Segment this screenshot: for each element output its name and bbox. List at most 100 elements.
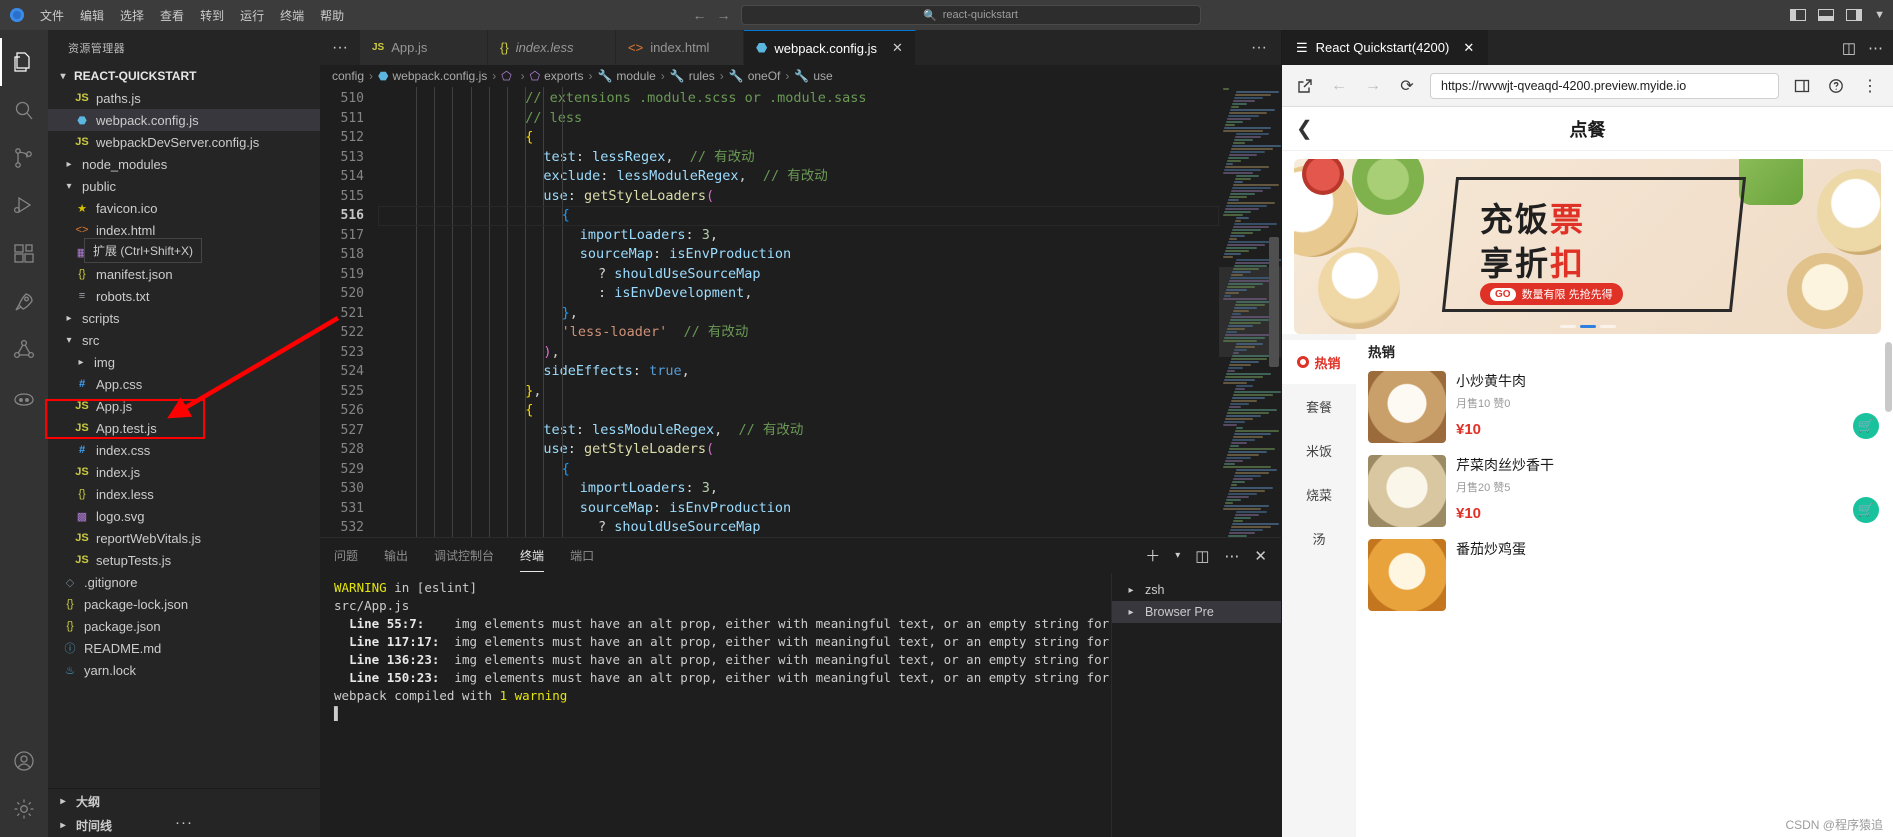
tree-item[interactable]: ▾ public — [48, 175, 320, 197]
category-list[interactable]: 热销 套餐 米饭 烧菜汤 — [1282, 334, 1356, 837]
preview-viewport[interactable]: ❮ 点餐 充饭票 享折扣 GO 数量有限 先抢先得 热销 套餐 米饭 烧菜 汤 … — [1282, 107, 1893, 837]
breadcrumb-item[interactable]: 🔧 oneOf — [729, 69, 781, 83]
sidebar-item-run-debug[interactable] — [0, 182, 48, 230]
preview-tab[interactable]: ☰ React Quickstart(4200) ✕ — [1282, 30, 1489, 65]
editor-tab[interactable]: ⬣ webpack.config.js ✕ — [744, 30, 916, 65]
banner-cta[interactable]: GO 数量有限 先抢先得 — [1480, 283, 1623, 305]
add-to-cart-button[interactable]: 🛒 — [1853, 413, 1879, 439]
scrollbar-thumb[interactable] — [1269, 237, 1279, 367]
nav-buttons[interactable]: ← → — [693, 7, 731, 23]
tree-item[interactable]: {} manifest.json — [48, 263, 320, 285]
add-terminal-icon[interactable]: ＋ — [1145, 545, 1160, 566]
panel-tab[interactable]: 端口 — [570, 541, 594, 570]
tree-item[interactable]: {} package.json — [48, 615, 320, 637]
code-line[interactable]: test: lessModuleRegex, // 有改动 — [378, 421, 1219, 441]
dish-item[interactable]: 番茄炒鸡蛋 — [1356, 533, 1893, 617]
carousel-dot[interactable] — [1599, 325, 1616, 328]
category-item[interactable]: 热销 — [1282, 340, 1356, 384]
carousel-dot-active[interactable] — [1579, 325, 1596, 328]
chevron-right-icon[interactable]: ▸ — [62, 159, 76, 170]
terminal-output[interactable]: WARNING in [eslint] src/App.js Line 55:7:… — [320, 573, 1111, 837]
tree-item[interactable]: ⬣ webpack.config.js — [48, 109, 320, 131]
code-line[interactable]: test: lessRegex, // 有改动 — [378, 148, 1219, 168]
preview-scrollbar[interactable] — [1885, 334, 1892, 837]
code-line[interactable]: : isEnvDevelopment, — [378, 284, 1219, 304]
tree-item[interactable]: JS paths.js — [48, 87, 320, 109]
tree-item[interactable]: JS reportWebVitals.js — [48, 527, 320, 549]
code-line[interactable]: use: getStyleLoaders( — [378, 440, 1219, 460]
forward-arrow-icon[interactable]: → — [1362, 75, 1384, 97]
chevron-right-icon[interactable]: ▸ — [62, 313, 76, 324]
code-line[interactable]: ), — [378, 343, 1219, 363]
chevron-left-icon[interactable]: ❮ — [1296, 116, 1313, 141]
sidebar-item-search[interactable] — [0, 86, 48, 134]
editor-tab[interactable]: {} index.less — [488, 30, 616, 65]
breadcrumb[interactable]: config › ⬣ webpack.config.js › ⬠ › ⬠ exports › 🔧 mo… — [320, 65, 1281, 87]
scrollbar-thumb[interactable] — [1885, 342, 1892, 412]
code-line[interactable]: }, — [378, 382, 1219, 402]
dish-item[interactable]: 小炒黄牛肉 月售10 赞0 ¥10 🛒 — [1356, 365, 1893, 449]
editor-scrollbar[interactable] — [1267, 87, 1281, 537]
breadcrumb-item[interactable]: 🔧 module — [597, 69, 655, 83]
menu-item-file[interactable]: 文件 — [40, 7, 64, 24]
tree-item[interactable]: {} package-lock.json — [48, 593, 320, 615]
breadcrumb-item[interactable]: 🔧 rules — [670, 69, 715, 83]
code-line[interactable]: // extensions .module.scss or .module.sa… — [378, 89, 1219, 109]
terminal-instance[interactable]: ▸ Browser Pre — [1112, 601, 1281, 623]
more-actions-icon[interactable]: ⋯ — [1868, 39, 1883, 57]
tree-item[interactable]: {} index.less — [48, 483, 320, 505]
code-line[interactable]: ? shouldUseSourceMap — [378, 265, 1219, 285]
code-line[interactable]: { — [378, 460, 1219, 480]
toggle-sidebar-icon[interactable] — [1790, 9, 1807, 21]
code-line[interactable]: ? shouldUseSourceMap — [378, 518, 1219, 537]
carousel-dot[interactable] — [1559, 325, 1576, 328]
toggle-secondary-icon[interactable] — [1846, 9, 1863, 21]
add-to-cart-button[interactable]: 🛒 — [1853, 497, 1879, 523]
section-outline[interactable]: ▸ 大纲 — [48, 789, 320, 813]
tree-item[interactable]: ★ favicon.ico — [48, 197, 320, 219]
carousel-dots[interactable] — [1294, 325, 1881, 328]
menu-item-selection[interactable]: 选择 — [120, 7, 144, 24]
panel-tab-bar[interactable]: 问题 输出 调试控制台 终端 端口 ＋ ▾ ◫ ⋯ ✕ — [320, 538, 1281, 573]
more-actions-icon[interactable]: ⋯ — [1224, 547, 1239, 565]
sidebar-item-source-control[interactable] — [0, 134, 48, 182]
breadcrumb-item[interactable]: ⬠ — [501, 69, 515, 83]
terminal[interactable]: WARNING in [eslint] src/App.js Line 55:7:… — [320, 573, 1281, 837]
code-line[interactable]: importLoaders: 3, — [378, 479, 1219, 499]
category-item[interactable]: 套餐 — [1282, 384, 1356, 428]
editor-tabs[interactable]: JS App.js {} index.less <> index.html ⬣ webpack… — [360, 30, 916, 65]
split-editor-icon[interactable]: ◫ — [1842, 39, 1856, 57]
chevron-down-icon[interactable]: ▾ — [62, 335, 76, 346]
breadcrumb-item[interactable]: config — [332, 69, 364, 83]
reload-icon[interactable]: ⟳ — [1396, 75, 1418, 97]
sidebar-item-remote[interactable] — [0, 278, 48, 326]
category-item[interactable]: 米饭 — [1282, 428, 1356, 472]
toggle-panel-icon[interactable] — [1818, 9, 1835, 21]
code-line[interactable]: 'less-loader' // 有改动 — [378, 323, 1219, 343]
chevron-right-icon[interactable]: ▸ — [74, 357, 88, 368]
code-content[interactable]: // extensions .module.scss or .module.sa… — [378, 87, 1219, 537]
tree-item[interactable]: ▸ scripts — [48, 307, 320, 329]
code-line[interactable]: importLoaders: 3, — [378, 226, 1219, 246]
explorer-more-button[interactable]: ··· — [48, 814, 320, 831]
close-panel-icon[interactable]: ✕ — [1254, 547, 1267, 565]
panel-actions[interactable]: ＋ ▾ ◫ ⋯ ✕ — [1145, 545, 1281, 566]
editor-actions[interactable]: ··· — [1237, 30, 1281, 65]
open-external-icon[interactable] — [1294, 75, 1316, 97]
tree-item[interactable]: JS index.js — [48, 461, 320, 483]
terminal-instance[interactable]: ▸ zsh — [1112, 579, 1281, 601]
menu-item-edit[interactable]: 编辑 — [80, 7, 104, 24]
code-line[interactable]: exclude: lessModuleRegex, // 有改动 — [378, 167, 1219, 187]
sidebar-item-copilot[interactable] — [0, 374, 48, 422]
devtools-icon[interactable] — [1791, 75, 1813, 97]
more-icon[interactable]: ⋮ — [1859, 75, 1881, 97]
panel-tab[interactable]: 调试控制台 — [434, 541, 494, 570]
category-item[interactable]: 烧菜 — [1282, 472, 1356, 516]
tree-item[interactable]: ▸ node_modules — [48, 153, 320, 175]
promo-banner[interactable]: 充饭票 享折扣 GO 数量有限 先抢先得 — [1294, 159, 1881, 334]
panel-tab[interactable]: 终端 — [520, 541, 545, 572]
tree-item[interactable]: ▸ img — [48, 351, 320, 373]
code-line[interactable]: use: getStyleLoaders( — [378, 187, 1219, 207]
account-button[interactable] — [0, 737, 48, 785]
settings-button[interactable] — [0, 785, 48, 833]
